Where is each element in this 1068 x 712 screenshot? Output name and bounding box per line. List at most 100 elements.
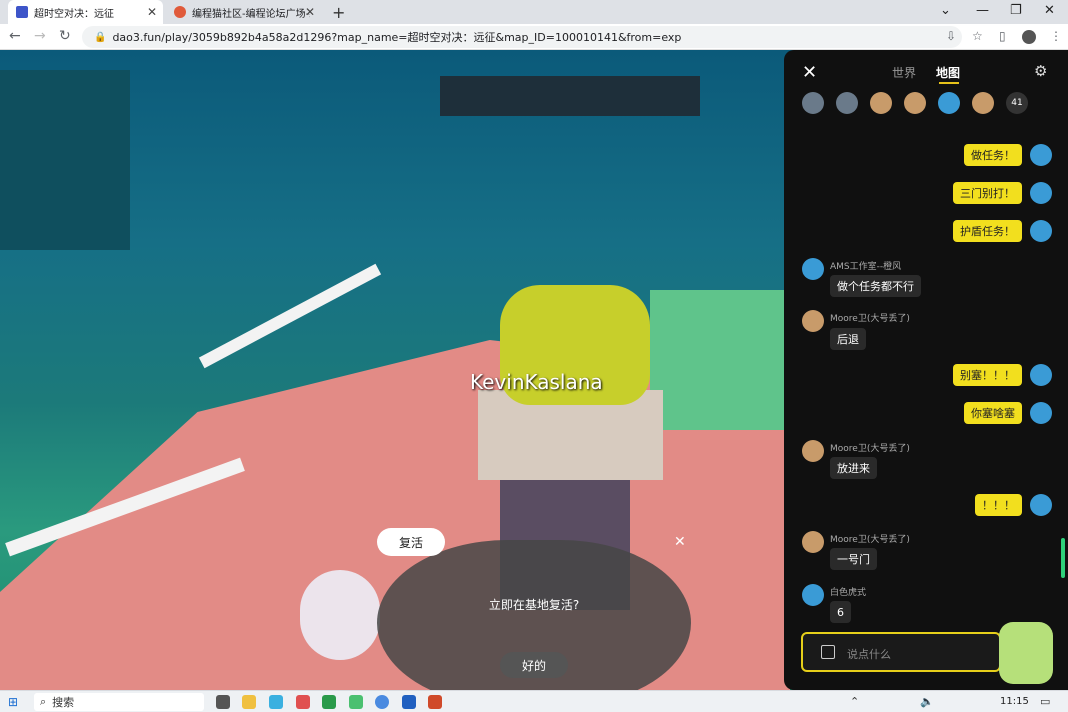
tray-chevron-icon[interactable]: ⌃ [850,695,859,708]
new-tab-icon[interactable]: + [332,3,345,22]
sender-name: 白色虎式 [830,588,867,598]
url-text: dao3.fun/play/3059b892b4a58a2d1296?map_n… [112,31,682,44]
mascot-character[interactable] [999,622,1053,684]
sender-name: Moore卫(大号丢了) [830,535,910,545]
install-icon[interactable]: ⇩ [946,29,956,43]
app-icon[interactable] [296,695,310,709]
chat-message-in: 后退 [830,328,866,350]
my-avatar [1030,364,1052,386]
wechat-icon[interactable] [349,695,363,709]
windows-start-icon[interactable]: ⊞ [8,695,18,709]
sender-name: AMS工作室--橙风 [830,262,902,272]
taskbar-search[interactable]: ⌕ 搜索 [34,693,204,711]
menu-kebab-icon[interactable]: ⋮ [1050,29,1062,43]
browser-tab[interactable]: 编程猫社区-编程论坛广场-编… ✕ [166,0,321,24]
my-avatar [1030,144,1052,166]
security-icon[interactable] [322,695,336,709]
my-avatar [1030,494,1052,516]
emoji-icon[interactable] [821,645,835,659]
chat-message-in: 做个任务都不行 [830,275,921,297]
volume-icon[interactable]: 🔈 [920,695,934,708]
chat-message-out: ！！！ [975,494,1022,516]
minimize-icon[interactable]: — [976,3,989,18]
online-player-avatar[interactable] [836,92,858,114]
floating-island [440,76,700,116]
tab-world[interactable]: 世界 [892,64,916,81]
sender-avatar[interactable] [802,258,824,280]
chat-input-placeholder: 说点什么 [847,648,891,661]
forward-icon[interactable]: → [34,28,46,44]
powerpoint-icon[interactable] [428,695,442,709]
task-view-icon[interactable] [216,695,230,709]
notification-icon[interactable]: ▭ [1040,695,1050,708]
chat-message-in: 一号门 [830,548,877,570]
chat-message-out: 护盾任务！ [953,220,1022,242]
restore-icon[interactable]: ❐ [1010,3,1022,18]
revive-title-tag: 复活 [377,528,445,556]
player-nametag: KevinKaslana [470,370,603,394]
my-avatar [1030,402,1052,424]
white-boulder [300,570,380,660]
taskbar-clock[interactable]: 11:15 [1000,696,1029,707]
sender-avatar[interactable] [802,584,824,606]
codemao-favicon-icon [174,6,186,18]
tab-close-icon[interactable]: ✕ [305,5,315,19]
sender-avatar[interactable] [802,440,824,462]
revive-confirm-button[interactable]: 好的 [500,652,568,678]
search-icon: ⌕ [40,695,47,708]
browser-tabbar: 超时空对决：远征 ✕ 编程猫社区-编程论坛广场-编… ✕ + ⌄ — ❐ ✕ [0,0,1068,24]
side-panel-icon[interactable]: ▯ [999,29,1006,43]
chat-message-out: 三门别打！ [953,182,1022,204]
chat-message-out: 做任务！ [964,144,1022,166]
taskbar-search-label: 搜索 [52,696,75,709]
chat-input[interactable]: 说点什么 [801,632,1001,672]
browser-tab-active[interactable]: 超时空对决：远征 ✕ [8,0,163,24]
file-explorer-icon[interactable] [242,695,256,709]
windows-taskbar: ⊞ ⌕ 搜索 ⌃ 🔈 11:15 ▭ [0,690,1068,712]
online-player-avatar[interactable] [870,92,892,114]
tab-close-icon[interactable]: ✕ [147,5,157,19]
back-icon[interactable]: ← [9,28,21,44]
chat-scrollbar[interactable] [1061,538,1065,578]
sender-avatar[interactable] [802,531,824,553]
white-wall [198,263,382,369]
tab-map[interactable]: 地图 [936,64,960,81]
browser-toolbar: ← → ↻ 🔒 dao3.fun/play/3059b892b4a58a2d12… [0,24,1068,50]
app-icon[interactable] [269,695,283,709]
online-player-avatar[interactable] [938,92,960,114]
cliff-left [0,70,130,250]
window-close-icon[interactable]: ✕ [1044,3,1055,18]
tab-search-chevron-icon[interactable]: ⌄ [940,3,951,18]
app-icon[interactable] [402,695,416,709]
chat-close-icon[interactable]: ✕ [802,62,817,83]
sender-name: Moore卫(大号丢了) [830,314,910,324]
chrome-icon[interactable] [375,695,389,709]
address-bar[interactable]: 🔒 dao3.fun/play/3059b892b4a58a2d1296?map… [82,26,962,48]
chat-panel: ✕ 世界 地图 ⚙ 41 做任务！ 三门别打！ 护盾任务！ AMS工作室--橙风… [784,50,1068,690]
lock-icon: 🔒 [94,31,107,43]
online-player-avatar[interactable] [972,92,994,114]
green-block [650,290,790,430]
sender-avatar[interactable] [802,310,824,332]
online-player-avatar[interactable] [802,92,824,114]
tab-title: 超时空对决：远征 [34,8,114,20]
bookmark-star-icon[interactable]: ☆ [972,29,983,43]
profile-avatar[interactable] [1022,30,1036,44]
settings-gear-icon[interactable]: ⚙ [1034,62,1047,80]
online-player-avatar[interactable] [904,92,926,114]
revive-message: 立即在基地复活? [488,598,580,612]
game-favicon-icon [16,6,28,18]
chat-message-out: 别塞！！！ [953,364,1022,386]
sender-name: Moore卫(大号丢了) [830,444,910,454]
tab-title: 编程猫社区-编程论坛广场-编… [192,8,310,20]
revive-close-icon[interactable]: ✕ [674,534,686,550]
revive-dialog: 立即在基地复活? 好的 [377,540,691,690]
online-count-badge[interactable]: 41 [1006,92,1028,114]
screen: 超时空对决：远征 ✕ 编程猫社区-编程论坛广场-编… ✕ + ⌄ — ❐ ✕ ←… [0,0,1068,712]
reload-icon[interactable]: ↻ [59,28,71,44]
my-avatar [1030,182,1052,204]
active-tab-indicator [939,82,959,84]
chat-message-in: 放进来 [830,457,877,479]
my-avatar [1030,220,1052,242]
chat-message-out: 你塞啥塞 [964,402,1022,424]
